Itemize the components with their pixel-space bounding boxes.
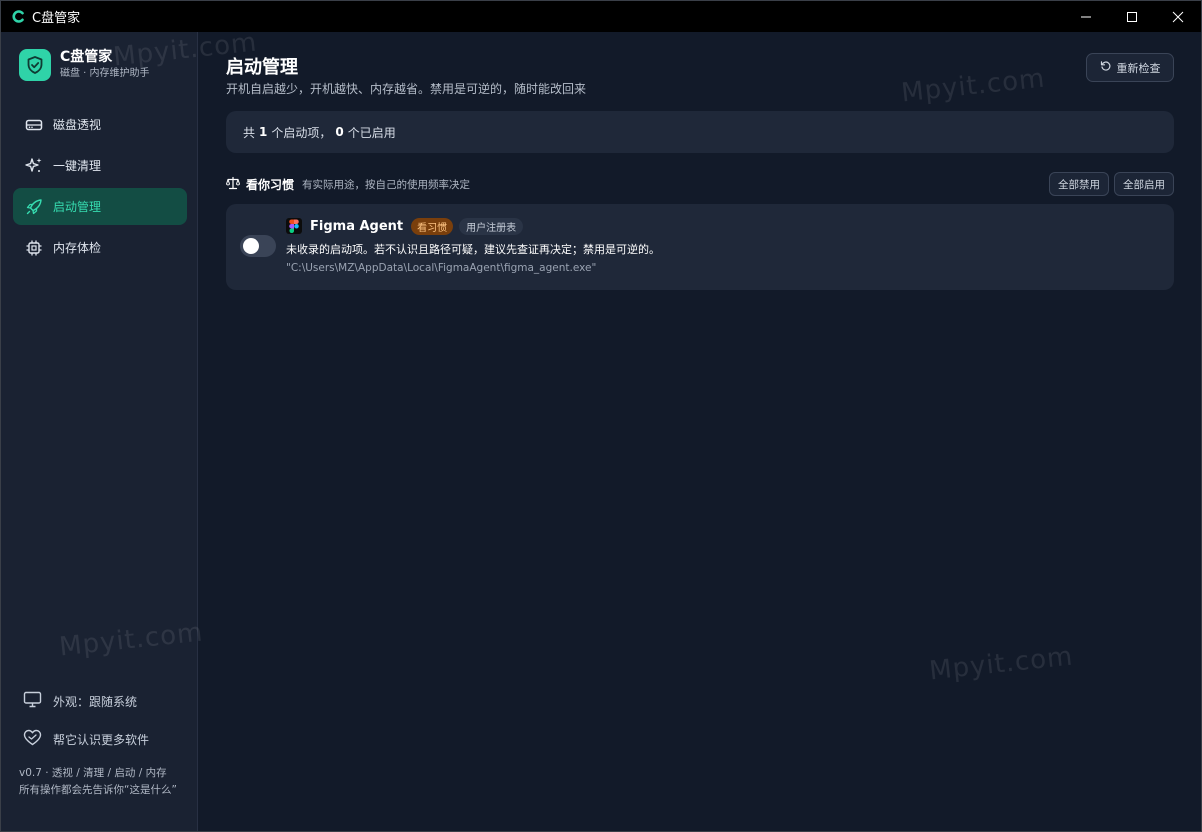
group-title: 看你习惯 [246,177,295,192]
source-tag: 用户注册表 [459,217,524,235]
startup-item-path: "C:\Users\MZ\AppData\Local\FigmaAgent\fi… [286,262,597,274]
contribute-label: 帮它认识更多软件 [53,732,150,747]
summary-prefix: 共 [243,125,256,140]
figma-icon [286,218,302,234]
sidebar-item-label: 一键清理 [53,159,102,173]
recheck-button[interactable]: 重新检查 [1086,53,1174,82]
sidebar-item-memory[interactable]: 内存体检 [13,229,187,266]
sidebar-item-disk[interactable]: 磁盘透视 [13,106,187,143]
sparkle-icon [24,156,44,176]
appearance-toggle[interactable]: 外观：跟随系统 [13,684,187,718]
version-note: 所有操作都会先告诉你“这是什么” [19,784,177,796]
window-title: C盘管家 [32,11,81,26]
group-subtitle: 有实际用途，按自己的使用频率决定 [302,178,471,191]
sidebar-item-label: 磁盘透视 [53,118,102,132]
scale-icon [226,175,240,194]
maximize-button[interactable] [1109,1,1155,32]
hard-drive-icon [24,115,44,135]
refresh-icon [1100,60,1112,75]
main-content: 启动管理 开机自启越少，开机越快、内存越省。禁用是可逆的，随时能改回来 重新检查… [199,32,1201,831]
sidebar-item-startup[interactable]: 启动管理 [13,188,187,225]
summary-total: 1 [259,125,268,139]
brand-name: C盘管家 [60,49,113,65]
page-title: 启动管理 [226,57,298,78]
rocket-icon [24,197,44,217]
sidebar-item-clean[interactable]: 一键清理 [13,147,187,184]
summary-mid: 个启动项， [271,125,332,140]
shield-check-icon [19,49,51,81]
summary-suffix: 个已启用 [347,125,396,140]
sidebar-nav: 磁盘透视 一键清理 启动管理 内存体检 [13,106,187,270]
heart-handshake-icon [23,729,42,750]
summary-bar: 共 1 个启动项， 0 个已启用 [226,111,1174,153]
habit-tag: 看习惯 [411,217,454,235]
app-window: C盘管家 C盘管家 磁盘 · 内存维护助手 磁盘透视 一键清理 启动管理 内存体… [0,0,1202,832]
sidebar-item-label: 启动管理 [53,200,102,214]
startup-item-description: 未收录的启动项。若不认识且路径可疑，建议先查证再决定；禁用是可逆的。 [286,243,660,256]
recheck-label: 重新检查 [1116,61,1161,75]
sidebar-footer: 外观：跟随系统 帮它认识更多软件 [13,684,187,760]
toggle-knob [243,238,259,254]
version-info: v0.7 · 透视 / 清理 / 启动 / 内存 所有操作都会先告诉你“这是什么… [19,765,189,799]
brand: C盘管家 磁盘 · 内存维护助手 [19,49,150,81]
enable-all-button[interactable]: 全部启用 [1114,172,1174,196]
title-bar: C盘管家 [1,1,1201,32]
close-icon [1172,11,1184,22]
close-button[interactable] [1155,1,1201,32]
group-header: 看你习惯 有实际用途，按自己的使用频率决定 全部禁用 全部启用 [226,172,1174,196]
monitor-icon [23,691,42,712]
chip-icon [24,238,44,258]
brand-subtitle: 磁盘 · 内存维护助手 [60,68,150,79]
summary-enabled: 0 [335,125,344,139]
app-logo-icon [11,10,25,24]
appearance-label: 外观：跟随系统 [53,694,138,709]
disable-all-button[interactable]: 全部禁用 [1049,172,1109,196]
contribute-link[interactable]: 帮它认识更多软件 [13,722,187,756]
sidebar-item-label: 内存体检 [53,241,102,255]
startup-item-name: Figma Agent [310,218,404,234]
sidebar: C盘管家 磁盘 · 内存维护助手 磁盘透视 一键清理 启动管理 内存体检 外观：… [1,32,198,831]
startup-item-toggle[interactable] [240,235,276,257]
version-text: v0.7 · 透视 / 清理 / 启动 / 内存 [19,767,167,779]
minimize-icon [1081,16,1091,17]
minimize-button[interactable] [1063,1,1109,32]
page-subtitle: 开机自启越少，开机越快、内存越省。禁用是可逆的，随时能改回来 [226,82,587,96]
startup-item-card: Figma Agent 看习惯 用户注册表 未收录的启动项。若不认识且路径可疑，… [226,204,1174,290]
maximize-icon [1127,11,1137,22]
